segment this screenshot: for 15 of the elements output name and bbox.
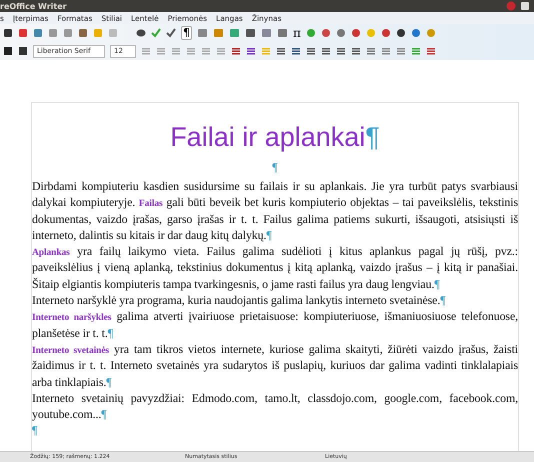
- document-title: Failai ir aplankai¶: [169, 121, 381, 153]
- paragraph: Interneto svetainės yra tam tikros vietos internete, kuriose galima skaityti, žiūrėti vaizdo įrašus, žaisti žaidimus ir t. t. Interneto svetainės yra sudarytos iš puslapių, kuriuos dar galima vadinti tinklalapiais arba tinklapiais.¶: [32, 340, 518, 390]
- paragraph: Dirbdami kompiuteriu kasdien susidursime su failais ir su aplankais. Jie yra turbūt patys svarbiausi dalykai kompiuteryje. Failas gali būti beveik bet kuris kompiuterio objektas – tai paveikslėlis, tekstinis dokumentas, vaizdo įrašas, garso įrašas ir t. t. Failus galima patiems sukurti, išsaugoti, atsisiųsti iš interneto, dalintis su kitais ir dar daug kitų dalykų.¶: [32, 178, 518, 244]
- paragraph: Interneto naršykles galima atverti įvairiuose prietaisuose: kompiuteriuose, išmaniuosiuose telefonuose, planšetėse ir t. t.¶: [32, 308, 518, 341]
- window-title: reOffice Writer: [0, 2, 67, 10]
- paragraph: ¶: [32, 422, 38, 439]
- spellcheck-icon[interactable]: [151, 28, 161, 38]
- paragraph-mark: ¶: [272, 160, 278, 174]
- paragraph: Aplankas yra failų laikymo vieta. Failus galima sudėlioti į kitus aplankus pagal jų rūšį, pvz.: paveikslėlius į vieną aplanką, tekstinius dokumentus į kitą aplanką, vaizdo įrašus – į kitą ir panašiai. Šitaip elgiantis kompiuteris tampa tvarkingesnis, o jame rasti failus yra daug lengviau.¶: [32, 243, 518, 292]
- justify-icon[interactable]: [351, 46, 361, 56]
- paragraph: Interneto svetainių pavyzdžiai: Edmodo.com, tamo.lt, classdojo.com, google.com, facebook.com, youtube.com...¶: [32, 390, 518, 422]
- formatting-marks-button[interactable]: ¶: [181, 26, 192, 40]
- paragraph: Interneto naršyklė yra programa, kuria naudojantis galima lankytis interneto svetainėse.¶: [32, 292, 447, 308]
- formula-button[interactable]: π: [293, 27, 301, 39]
- record-icon[interactable]: [506, 1, 516, 11]
